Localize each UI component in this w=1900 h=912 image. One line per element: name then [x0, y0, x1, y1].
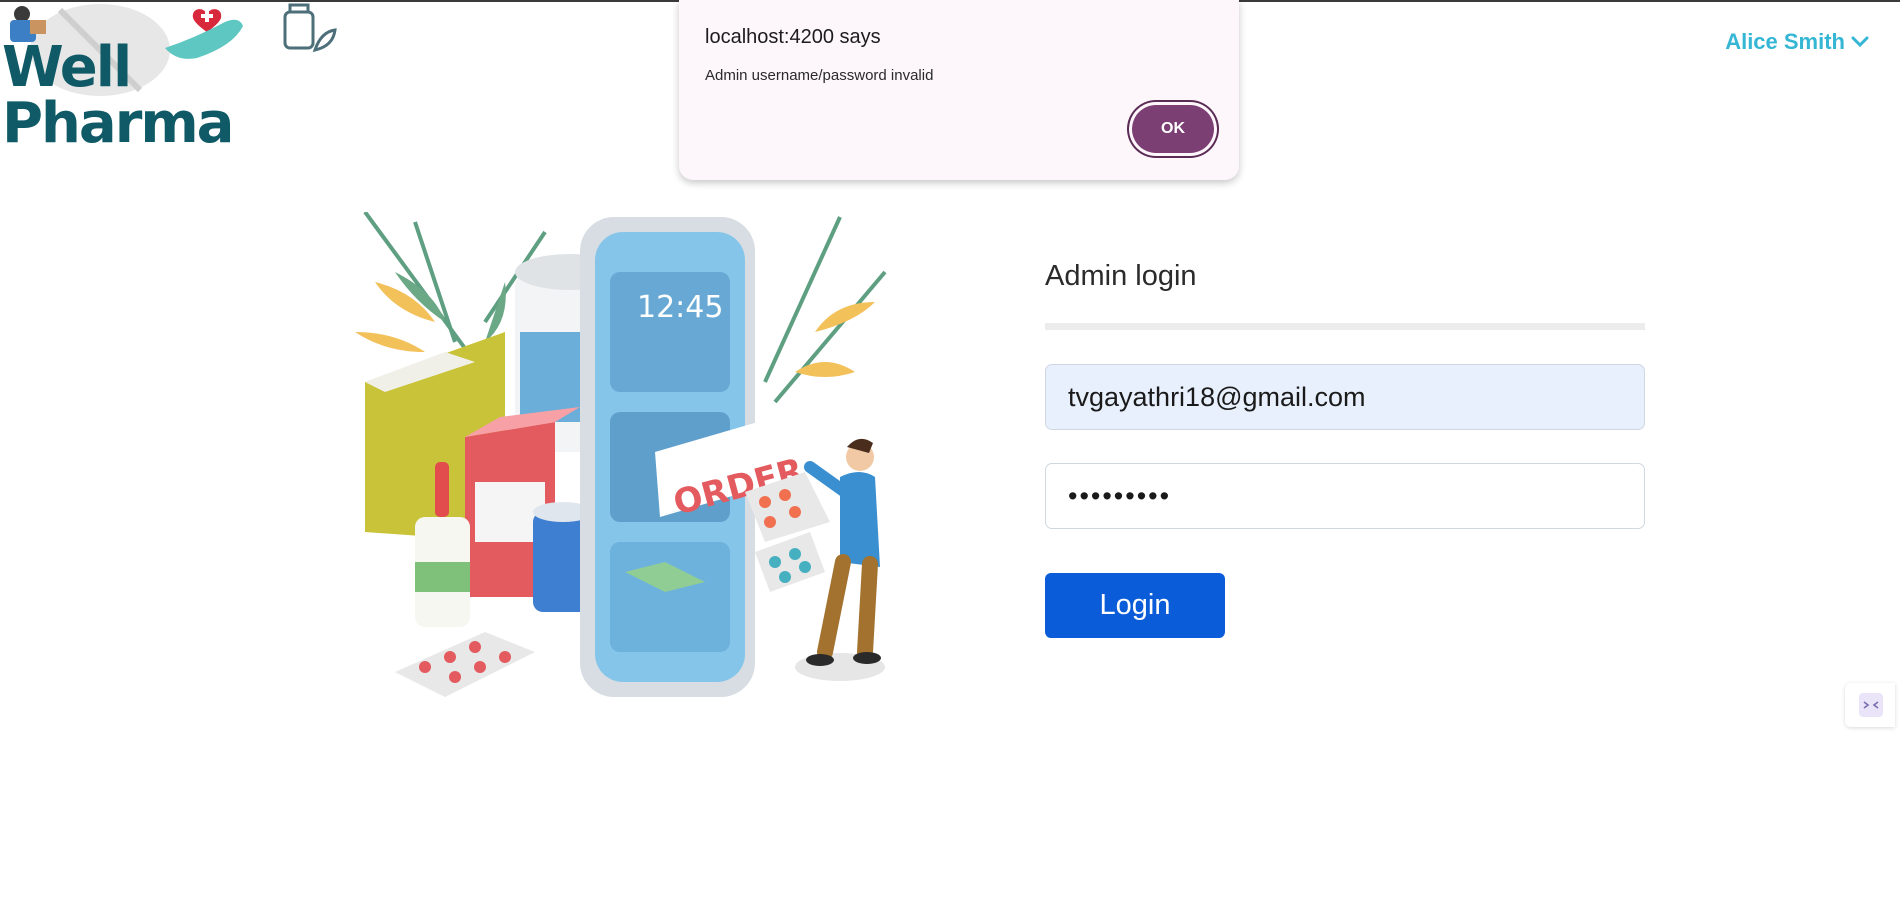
chevron-down-icon [1851, 36, 1869, 48]
alert-message: Admin username/password invalid [705, 67, 934, 84]
form-divider [1045, 323, 1645, 330]
login-button[interactable]: Login [1045, 573, 1225, 638]
alert-title: localhost:4200 says [705, 26, 881, 48]
extension-icon [1859, 693, 1883, 717]
logo-text: Well Pharma [2, 35, 234, 156]
well-pharma-logo[interactable]: Well Pharma [0, 0, 345, 152]
email-field[interactable]: tvgayathri18@gmail.com [1045, 364, 1645, 430]
illustration-graphic: 12:45 ORDER [355, 210, 887, 697]
phone-time: 12:45 [637, 290, 723, 325]
user-menu[interactable]: Alice Smith [1725, 29, 1869, 55]
user-name: Alice Smith [1725, 29, 1845, 54]
side-extension-widget[interactable] [1845, 683, 1895, 727]
pharmacy-order-illustration: 12:45 ORDER [355, 210, 915, 702]
password-field[interactable]: ••••••••• [1045, 463, 1645, 529]
alert-ok-button[interactable]: OK [1132, 105, 1214, 153]
admin-login-title: Admin login [1045, 260, 1197, 292]
alert-dialog: localhost:4200 says Admin username/passw… [679, 0, 1239, 180]
